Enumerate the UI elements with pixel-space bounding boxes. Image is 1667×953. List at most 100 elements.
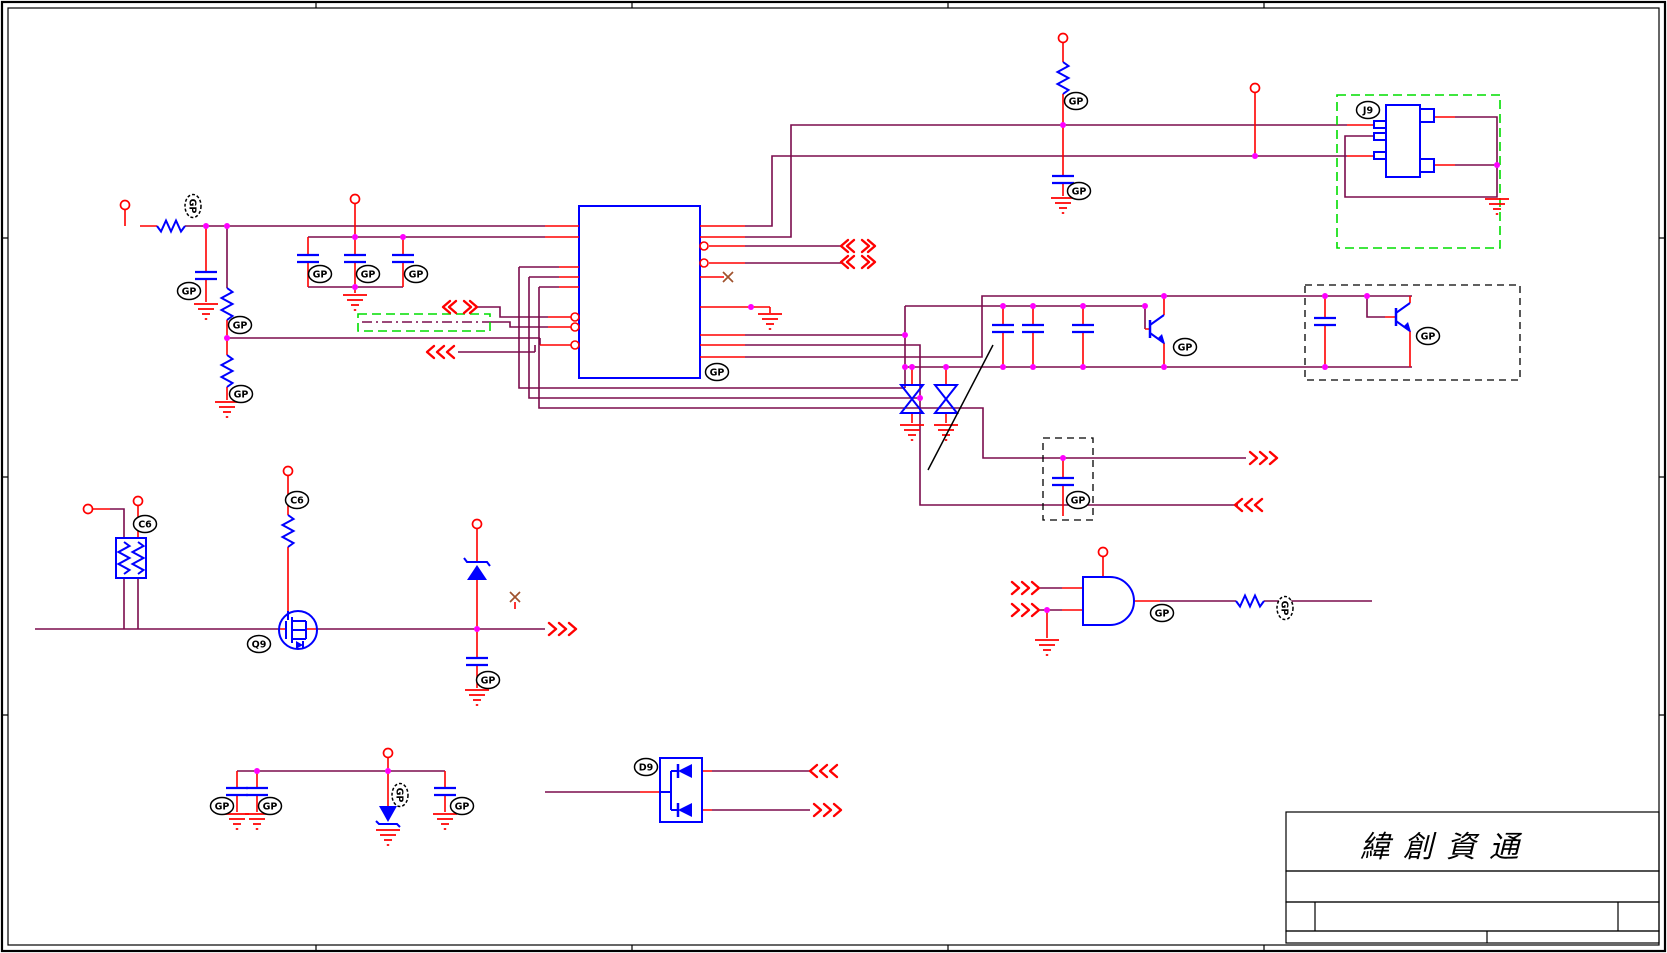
ref-designator: GP [704,362,730,382]
ref-designator: GP [209,796,235,816]
ref-designator: GP [1172,337,1198,357]
svg-text:GP: GP [187,199,198,214]
junction-dots [203,122,1500,774]
dual-diode-d9 [659,757,703,823]
zener-diode [463,557,491,580]
netgroup-outline [1336,94,1501,249]
svg-text:GP: GP [1421,331,1436,342]
svg-text:GP: GP [394,788,405,803]
resistor [220,287,234,321]
transistor-q1 [1148,314,1165,344]
schematic-canvas: 緯創資通 GPGPGPGPGP GP GPGPGPGPJ9GPGPGPC6C6Q… [0,0,1667,953]
border-zone-ticks [2,2,1665,951]
ref-designator: GP [1276,595,1294,621]
main-ic [570,205,709,379]
title-block: 緯創資通 [1285,811,1660,944]
offpage-in [425,344,456,360]
offpage-out [1248,450,1279,466]
ref-designator: GP [307,264,333,284]
svg-text:GP: GP [361,269,376,280]
offpage-in [808,763,839,779]
pin-bubble [570,312,580,322]
svg-text:GP: GP [234,389,249,400]
svg-text:Q9: Q9 [252,639,267,650]
schematic-sheet: 緯創資通 GP GP GP GP GP GP GP GP GP GP J9 GP… [0,0,1667,953]
offpage-out [1010,580,1041,596]
svg-text:GP: GP [481,675,496,686]
company-name: 緯創資通 [1360,830,1532,865]
pin-bubble [699,258,709,268]
pin-bubble [570,322,580,332]
svg-text:D9: D9 [639,762,654,773]
svg-text:GP: GP [1155,608,1170,619]
offpage-inout [441,299,479,315]
resistor [1235,594,1265,608]
transistor-q2 [1394,302,1411,332]
wire-lower-nets [35,508,1372,811]
ref-designator: GP [257,796,283,816]
ref-designator: GP [1063,91,1089,111]
dashed-boxes [357,284,1521,521]
leads-right [700,225,1411,516]
ref-designator: D9 [633,757,659,777]
no-connect-icon [722,271,734,283]
ref-designator: GP [449,796,475,816]
ref-labels: GP GP GP GP GP GP GP GP GP GP J9 GP GP GP C6 C6 Q9 GP D9 GP… [132,91,1441,816]
sheet-border [0,0,1667,953]
svg-text:GP: GP [182,286,197,297]
ref-designator: GP [355,264,381,284]
offpage-inout [839,254,877,270]
clamp-diode [375,806,401,828]
ref-designator: GP [1066,181,1092,201]
ref-designator: GP [1149,603,1175,623]
ref-designator: Q9 [246,634,272,654]
offpage-out [1010,602,1041,618]
leads-red [92,42,1455,812]
and-gate [1082,576,1135,626]
svg-text:GP: GP [1178,342,1193,353]
svg-text:GP: GP [313,269,328,280]
ref-designator: J9 [1355,100,1381,120]
resistor-pack [115,537,147,579]
offpage-out [812,802,843,818]
resistor [1056,61,1070,95]
ref-designator: GP [475,670,501,690]
offpage-inout [839,238,877,254]
svg-text:C6: C6 [138,519,152,530]
ref-designator: GP [228,384,254,404]
ref-designator: GP [391,782,409,808]
nets-maroon [35,116,1498,811]
pin-bubble [570,340,580,350]
ref-designator: GP [403,264,429,284]
svg-text:GP: GP [455,801,470,812]
dashed-box-q2 [1304,284,1521,381]
ref-designator: GP [176,281,202,301]
resistor [281,514,295,548]
no-connect-icon [509,591,521,603]
offpage-in [1233,497,1264,513]
ref-designator: C6 [132,514,158,534]
svg-text:GP: GP [1069,96,1084,107]
mosfet-q9 [278,610,318,650]
offpage-out [547,621,578,637]
emitter-arrow-icon [1157,334,1165,344]
svg-text:C6: C6 [290,495,304,506]
svg-text:GP: GP [710,367,725,378]
svg-text:GP: GP [1071,495,1086,506]
ref-designator: GP [1065,490,1091,510]
pin-bubble [699,241,709,251]
resistor [220,354,234,388]
leads-top [1062,42,1455,196]
ref-designator: C6 [284,490,310,510]
svg-text:GP: GP [263,801,278,812]
svg-text:GP: GP [215,801,230,812]
svg-text:GP: GP [409,269,424,280]
svg-text:GP: GP [233,320,248,331]
svg-text:GP: GP [1072,186,1087,197]
ref-designator: GP [184,193,202,219]
connector-j9 [1336,94,1501,249]
emitter-arrow-icon [1403,322,1411,332]
leads-left [124,203,579,400]
ref-designator: GP [227,315,253,335]
svg-text:J9: J9 [1362,105,1373,116]
